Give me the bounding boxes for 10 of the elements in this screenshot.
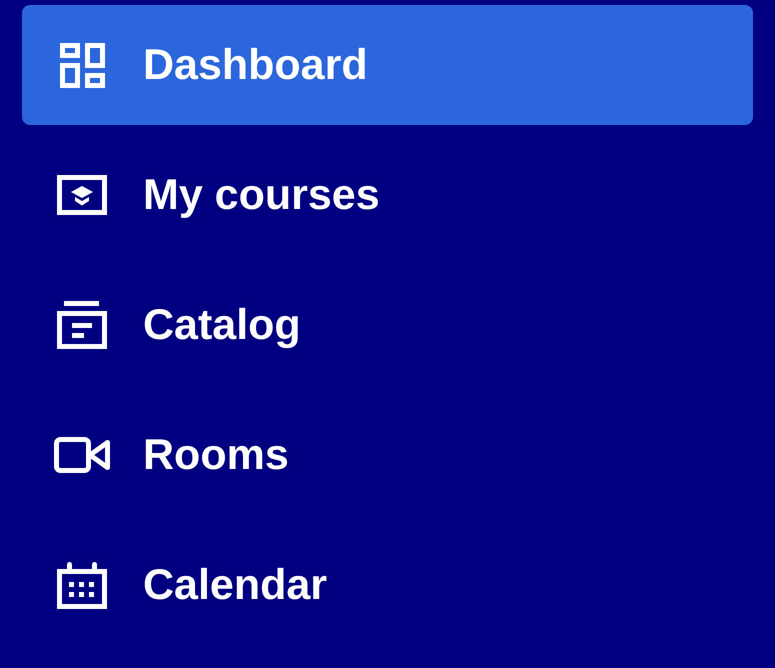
video-camera-icon bbox=[54, 437, 110, 473]
stacked-card-icon bbox=[57, 301, 107, 349]
sidebar-nav-item[interactable]: Dashboard bbox=[22, 5, 753, 125]
graduation-cap-icon bbox=[57, 175, 107, 215]
calendar-icon bbox=[57, 562, 107, 608]
sidebar-nav-item[interactable]: Rooms bbox=[22, 395, 753, 515]
sidebar-nav-item[interactable]: Calendar bbox=[22, 525, 753, 645]
grid-icon bbox=[60, 42, 104, 88]
sidebar-nav-item[interactable]: My courses bbox=[22, 135, 753, 255]
sidebar-nav-item[interactable]: Catalog bbox=[22, 265, 753, 385]
